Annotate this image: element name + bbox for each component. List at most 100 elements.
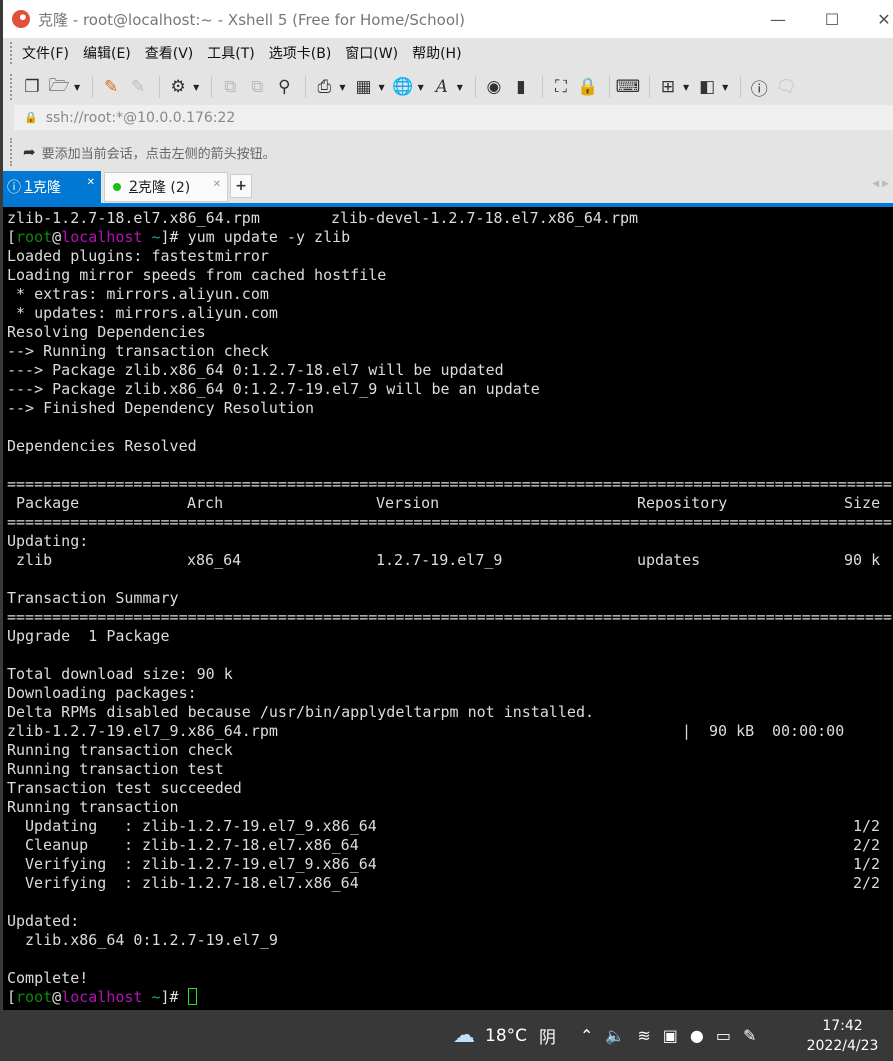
transfer-icon[interactable]: ▦ bbox=[351, 76, 375, 98]
properties-icon[interactable]: ⚙ bbox=[166, 76, 190, 98]
terminal-line: Package Arch Version Repository Size bbox=[7, 494, 893, 513]
chevron-down-icon[interactable]: ▼ bbox=[193, 83, 199, 92]
menu-tabs[interactable]: 选项卡(B) bbox=[269, 43, 332, 63]
prompt-end: ]# bbox=[160, 988, 188, 1006]
font-icon[interactable]: A bbox=[430, 76, 454, 98]
chevron-down-icon[interactable]: ▼ bbox=[74, 83, 80, 92]
alert-icon: ⓘ bbox=[7, 180, 21, 196]
address-text[interactable]: ssh://root:*@10.0.0.176:22 bbox=[46, 110, 236, 126]
chevron-down-icon[interactable]: ▼ bbox=[683, 83, 689, 92]
terminal-cursor bbox=[187, 988, 197, 1005]
terminal-line: Loaded plugins: fastestmirror bbox=[7, 247, 269, 265]
terminal-line: Cleanup: zlib-1.2.7-18.el7.x86_64 2/2 bbox=[7, 836, 893, 855]
keyboard-icon[interactable]: ⌨ bbox=[616, 76, 641, 98]
chevron-down-icon[interactable]: ▼ bbox=[722, 83, 728, 92]
chevron-down-icon[interactable]: ▼ bbox=[378, 83, 384, 92]
print-icon[interactable]: ⎙ bbox=[312, 76, 336, 98]
open-folder-icon[interactable]: 🗁 bbox=[47, 76, 71, 98]
divider bbox=[92, 76, 94, 98]
terminal-line: Complete! bbox=[7, 969, 89, 987]
maximize-button[interactable]: ☐ bbox=[809, 0, 855, 38]
terminal-cell: zlib-1.2.7-19.el7_9.x86_64 bbox=[142, 855, 377, 873]
weather-widget[interactable]: ☁ 18°C 阴 bbox=[453, 1010, 556, 1061]
tab-session-2[interactable]: 2 克隆 (2) ✕ bbox=[104, 172, 228, 202]
terminal-cell: 1/2 bbox=[853, 855, 881, 873]
volume-icon[interactable]: 🔈 bbox=[605, 1026, 625, 1045]
sync-app-icon[interactable]: ▣ bbox=[663, 1026, 678, 1045]
xmanager-icon[interactable]: ▮ bbox=[509, 76, 533, 98]
tab-label: 克隆 bbox=[32, 180, 61, 196]
disconnect-icon[interactable]: ✎ bbox=[126, 76, 150, 98]
clock[interactable]: 17:42 2022/4/23 bbox=[800, 1016, 885, 1056]
lock-icon[interactable]: 🔒 bbox=[576, 76, 600, 98]
fullscreen-icon[interactable]: ⛶ bbox=[549, 76, 573, 98]
terminal-line: Updating: bbox=[7, 532, 89, 550]
menu-tools[interactable]: 工具(T) bbox=[207, 43, 254, 63]
qq-penguin-icon[interactable]: ● bbox=[690, 1026, 704, 1045]
terminal[interactable]: zlib-1.2.7-18.el7.x86_64.rpm zlib-devel-1… bbox=[3, 207, 893, 1010]
wifi-icon[interactable]: ≋ bbox=[637, 1026, 650, 1045]
menu-window[interactable]: 窗口(W) bbox=[345, 43, 398, 63]
globe-icon[interactable]: 🌐 bbox=[391, 76, 415, 98]
show-hidden-icons-chevron-icon[interactable]: ⌃ bbox=[580, 1026, 593, 1045]
tab-scroll-arrows-icon[interactable]: ◀ ▶ bbox=[872, 179, 889, 189]
divider bbox=[305, 76, 307, 98]
paste-icon[interactable]: ⧉ bbox=[245, 76, 269, 98]
prompt-command: yum update -y zlib bbox=[187, 228, 351, 246]
layout-icon[interactable]: ◧ bbox=[695, 76, 719, 98]
terminal-cell: zlib-1.2.7-18.el7.x86_64 bbox=[142, 836, 359, 854]
connect-icon[interactable]: ✎ bbox=[99, 76, 123, 98]
new-session-icon[interactable]: ❐ bbox=[20, 76, 44, 98]
new-tab-icon[interactable]: ⊞ bbox=[656, 76, 680, 98]
terminal-line: Running transaction test bbox=[7, 760, 224, 778]
terminal-line: --> Running transaction check bbox=[7, 342, 269, 360]
minimize-button[interactable]: — bbox=[755, 0, 801, 38]
add-session-arrow-icon[interactable]: ➦ bbox=[23, 143, 36, 161]
add-tab-button[interactable]: + bbox=[230, 174, 252, 198]
taskbar: ☁ 18°C 阴 ⌃ 🔈 ≋ ▣ ● ▭ ✎ 17:42 2022/4/23 bbox=[0, 1010, 893, 1061]
menu-help[interactable]: 帮助(H) bbox=[412, 43, 461, 63]
terminal-line: Total download size: 90 k bbox=[7, 665, 233, 683]
terminal-line: Running transaction bbox=[7, 798, 179, 816]
close-button[interactable]: ✕ bbox=[861, 0, 893, 38]
terminal-cell: updates bbox=[637, 551, 701, 569]
chevron-down-icon[interactable]: ▼ bbox=[339, 83, 345, 92]
divider bbox=[648, 76, 650, 98]
terminal-line: --> Finished Dependency Resolution bbox=[7, 399, 315, 417]
tab-session-1[interactable]: ⓘ 1 克隆 ✕ bbox=[3, 171, 101, 203]
address-bar[interactable]: 🔒 ssh://root:*@10.0.0.176:22 bbox=[14, 105, 893, 130]
terminal-cell: 90 k bbox=[844, 551, 881, 569]
xftp-icon[interactable]: ◉ bbox=[482, 76, 506, 98]
hint-text: 要添加当前会话，点击左侧的箭头按钮。 bbox=[41, 146, 276, 162]
terminal-cell: Version bbox=[376, 494, 440, 512]
copy-icon[interactable]: ⧉ bbox=[218, 76, 242, 98]
terminal-cell: 90 kB bbox=[709, 722, 755, 740]
lock-icon: 🔒 bbox=[24, 111, 38, 124]
toolbar: ❐ 🗁 ▼ ✎ ✎ ⚙ ▼ ⧉ ⧉ ⚲ ⎙ ▼ ▦ ▼ 🌐 ▼ A ▼ ◉ ▮ ⛶ 🔒 ⌨ … bbox=[3, 70, 893, 104]
menu-view[interactable]: 查看(V) bbox=[145, 43, 194, 63]
terminal-cell: Arch bbox=[187, 494, 224, 512]
terminal-line: Transaction Summary bbox=[7, 589, 179, 607]
chat-icon[interactable]: 🗨 bbox=[774, 76, 798, 98]
pen-icon[interactable]: ✎ bbox=[743, 1026, 756, 1045]
terminal-line: zlib-1.2.7-19.el7_9.x86_64.rpm | 90 kB 00:0… bbox=[7, 722, 893, 741]
title-bar: 克隆 - root@localhost:~ - Xshell 5 (Free f… bbox=[3, 0, 893, 38]
find-icon[interactable]: ⚲ bbox=[272, 76, 296, 98]
terminal-cell: zlib-1.2.7-18.el7.x86_64.rpm bbox=[7, 209, 260, 227]
battery-icon[interactable]: ▭ bbox=[716, 1026, 731, 1045]
terminal-line: Downloading packages: bbox=[7, 684, 197, 702]
menu-edit[interactable]: 编辑(E) bbox=[83, 43, 131, 63]
terminal-cell: : bbox=[124, 817, 134, 835]
session-tabs: ⓘ 1 克隆 ✕ 2 克隆 (2) ✕ + ◀ ▶ bbox=[3, 171, 893, 203]
chevron-down-icon[interactable]: ▼ bbox=[418, 83, 424, 92]
close-tab-icon[interactable]: ✕ bbox=[87, 177, 95, 188]
tab-number: 1 bbox=[24, 179, 33, 195]
terminal-line: zlib-1.2.7-18.el7.x86_64.rpm zlib-devel-1… bbox=[7, 209, 893, 228]
chevron-down-icon[interactable]: ▼ bbox=[457, 83, 463, 92]
close-tab-icon[interactable]: ✕ bbox=[213, 179, 221, 190]
terminal-cell: Updating bbox=[25, 817, 98, 835]
menu-file[interactable]: 文件(F) bbox=[22, 43, 69, 63]
help-icon[interactable]: ⓘ bbox=[747, 76, 771, 100]
